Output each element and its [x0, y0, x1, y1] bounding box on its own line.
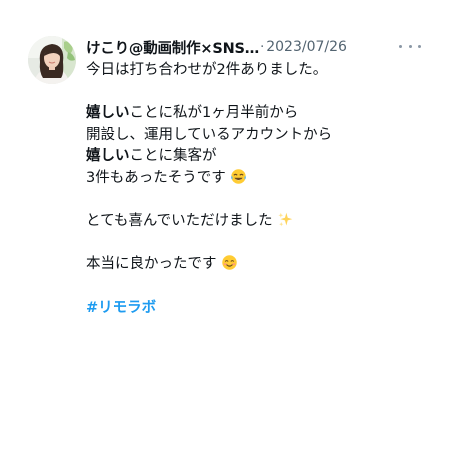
ellipsis-horizontal-icon[interactable]	[399, 39, 421, 53]
text-segment: ことに私が1ヶ月半前から	[129, 105, 299, 122]
text-line: とても喜んでいただけました	[86, 211, 426, 233]
avatar-photo	[28, 36, 76, 84]
text-line: 開設し、運用しているアカウントから	[86, 125, 426, 147]
text-segment: 今日は打ち合わせが2件ありました。	[86, 62, 328, 78]
text-line: 今日は打ち合わせが2件ありました。	[86, 60, 426, 82]
text-segment: 本当に良かったです	[86, 256, 217, 273]
text-segment: とても喜んでいただけました	[86, 213, 273, 230]
text-line: 3件もあったそうです	[86, 168, 426, 190]
hashtag-link[interactable]: #リモラボ	[86, 300, 156, 316]
tweet-text: 今日は打ち合わせが2件ありました。 嬉しいことに私が1ヶ月半前から 開設し、運用…	[86, 60, 426, 319]
bold-text: 嬉しい	[86, 105, 130, 122]
tweet-date[interactable]: 2023/07/26	[266, 39, 347, 55]
text-line: 嬉しいことに私が1ヶ月半前から	[86, 103, 426, 125]
header-separator: ·	[260, 39, 265, 55]
text-line: #リモラボ	[86, 298, 426, 320]
text-line: 嬉しいことに集客が	[86, 146, 426, 168]
sparkles-icon	[278, 212, 293, 227]
smiling-face-icon	[222, 255, 237, 271]
tweet-card[interactable]: けこり@動画制作×SNS… · 2023/07/26 今日は打ち合わせが2件あり…	[0, 0, 452, 473]
text-segment: 開設し、運用しているアカウントから	[86, 126, 333, 143]
text-line: 本当に良かったです	[86, 254, 426, 276]
bold-text: 嬉しい	[86, 148, 130, 165]
author-display-name[interactable]: けこり@動画制作×SNS…	[86, 37, 259, 58]
face-with-tears-of-joy-icon	[231, 169, 247, 184]
author-avatar[interactable]	[28, 36, 76, 84]
text-segment: 3件もあったそうです	[86, 169, 226, 186]
text-segment: ことに集客が	[129, 148, 217, 165]
tweet-header: けこり@動画制作×SNS… · 2023/07/26	[86, 37, 426, 57]
